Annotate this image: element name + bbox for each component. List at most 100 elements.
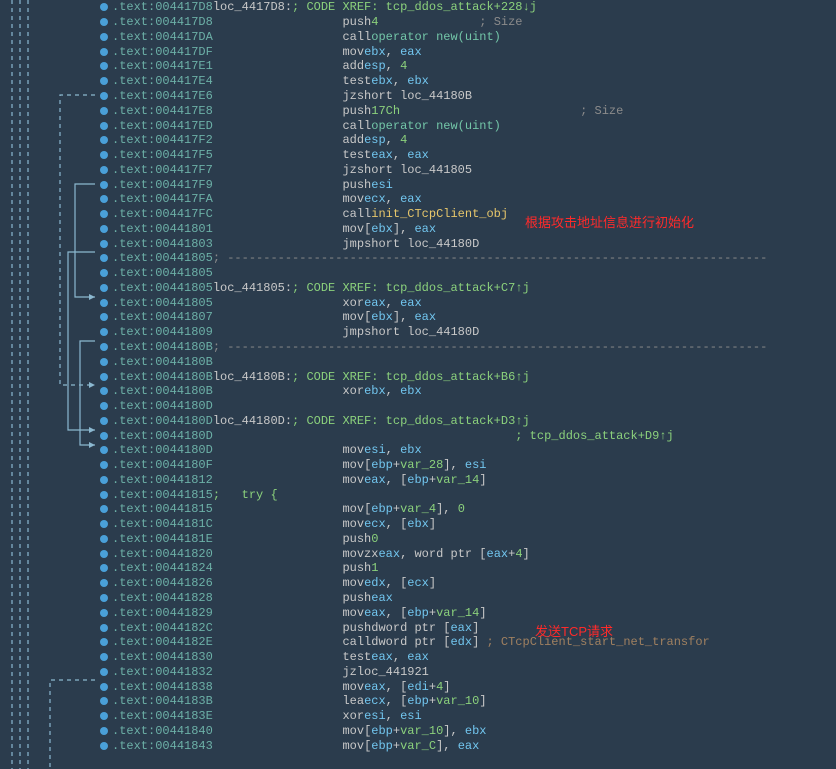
asm-line[interactable]: .text:0044180F mov [ebp+var_28], esi [100,458,836,473]
asm-line[interactable]: .text:00441826 mov edx, [ecx] [100,576,836,591]
breakpoint-dot[interactable] [100,461,108,469]
asm-line[interactable]: .text:00441815 mov [ebp+var_4], 0 [100,502,836,517]
asm-line[interactable]: .text:004417D8 loc_4417D8: ; CODE XREF: … [100,0,836,15]
breakpoint-dot[interactable] [100,92,108,100]
asm-line[interactable]: .text:00441801 mov [ebx], eax [100,221,836,236]
asm-line[interactable]: .text:00441815 ; try { [100,487,836,502]
asm-line[interactable]: .text:0044180D [100,399,836,414]
breakpoint-dot[interactable] [100,535,108,543]
asm-line[interactable]: .text:00441830 test eax, eax [100,650,836,665]
breakpoint-dot[interactable] [100,624,108,632]
asm-line[interactable]: .text:0044180B [100,354,836,369]
breakpoint-dot[interactable] [100,638,108,646]
breakpoint-dot[interactable] [100,122,108,130]
asm-line[interactable]: .text:004417F2 add esp, 4 [100,133,836,148]
breakpoint-dot[interactable] [100,166,108,174]
asm-line[interactable]: .text:004417ED call operator new(uint) [100,118,836,133]
breakpoint-dot[interactable] [100,697,108,705]
breakpoint-dot[interactable] [100,18,108,26]
asm-line[interactable]: .text:0044182E call dword ptr [edx] ; CT… [100,635,836,650]
asm-line[interactable]: .text:004417FC call init_CTcpClient_obj [100,207,836,222]
breakpoint-dot[interactable] [100,727,108,735]
breakpoint-dot[interactable] [100,683,108,691]
asm-line[interactable]: .text:0044183B lea ecx, [ebp+var_10] [100,694,836,709]
breakpoint-dot[interactable] [100,550,108,558]
asm-line[interactable]: .text:00441828 push eax [100,591,836,606]
breakpoint-dot[interactable] [100,107,108,115]
breakpoint-dot[interactable] [100,402,108,410]
breakpoint-dot[interactable] [100,48,108,56]
breakpoint-dot[interactable] [100,240,108,248]
breakpoint-dot[interactable] [100,3,108,11]
breakpoint-dot[interactable] [100,668,108,676]
asm-line[interactable]: .text:0044183E xor esi, esi [100,709,836,724]
breakpoint-dot[interactable] [100,742,108,750]
breakpoint-dot[interactable] [100,491,108,499]
breakpoint-dot[interactable] [100,210,108,218]
asm-line[interactable]: .text:0044180B xor ebx, ebx [100,384,836,399]
breakpoint-dot[interactable] [100,33,108,41]
asm-line[interactable]: .text:004417E4 test ebx, ebx [100,74,836,89]
asm-line[interactable]: .text:00441838 mov eax, [edi+4] [100,679,836,694]
breakpoint-dot[interactable] [100,195,108,203]
breakpoint-dot[interactable] [100,77,108,85]
breakpoint-dot[interactable] [100,151,108,159]
breakpoint-dot[interactable] [100,476,108,484]
asm-line[interactable]: .text:00441832 jz loc_441921 [100,664,836,679]
breakpoint-dot[interactable] [100,432,108,440]
breakpoint-dot[interactable] [100,313,108,321]
breakpoint-dot[interactable] [100,62,108,70]
asm-line[interactable]: .text:0044181E push 0 [100,532,836,547]
breakpoint-dot[interactable] [100,284,108,292]
asm-line[interactable]: .text:004417F5 test eax, eax [100,148,836,163]
asm-line[interactable]: .text:0044180D mov esi, ebx [100,443,836,458]
breakpoint-dot[interactable] [100,520,108,528]
asm-line[interactable]: .text:0044180D loc_44180D: ; CODE XREF: … [100,413,836,428]
breakpoint-dot[interactable] [100,653,108,661]
asm-line[interactable]: .text:00441803 jmp short loc_44180D [100,236,836,251]
asm-line[interactable]: .text:0044181C mov ecx, [ebx] [100,517,836,532]
asm-line[interactable]: .text:004417E1 add esp, 4 [100,59,836,74]
asm-line[interactable]: .text:0044180D ; tcp_ddos_attack+D9↑j [100,428,836,443]
breakpoint-dot[interactable] [100,446,108,454]
asm-line[interactable]: .text:004417F9 push esi [100,177,836,192]
breakpoint-dot[interactable] [100,505,108,513]
asm-line[interactable]: .text:00441843 mov [ebp+var_C], eax [100,738,836,753]
asm-line[interactable]: .text:00441805 ; -----------------------… [100,251,836,266]
breakpoint-dot[interactable] [100,417,108,425]
asm-line[interactable]: .text:00441805 loc_441805: ; CODE XREF: … [100,281,836,296]
breakpoint-dot[interactable] [100,387,108,395]
breakpoint-dot[interactable] [100,181,108,189]
asm-line[interactable]: .text:004417E8 push 17Ch ; Size [100,103,836,118]
asm-line[interactable]: .text:004417D8 push 4 ; Size [100,15,836,30]
asm-line[interactable]: .text:00441840 mov [ebp+var_10], ebx [100,724,836,739]
breakpoint-dot[interactable] [100,225,108,233]
asm-line[interactable]: .text:00441829 mov eax, [ebp+var_14] [100,605,836,620]
asm-line[interactable]: .text:00441809 jmp short loc_44180D [100,325,836,340]
breakpoint-dot[interactable] [100,254,108,262]
asm-line[interactable]: .text:004417E6 jz short loc_44180B [100,89,836,104]
breakpoint-dot[interactable] [100,269,108,277]
asm-line[interactable]: .text:00441812 mov eax, [ebp+var_14] [100,473,836,488]
asm-line[interactable]: .text:004417FA mov ecx, eax [100,192,836,207]
breakpoint-dot[interactable] [100,594,108,602]
breakpoint-dot[interactable] [100,373,108,381]
breakpoint-dot[interactable] [100,358,108,366]
breakpoint-dot[interactable] [100,579,108,587]
asm-line[interactable]: .text:00441824 push 1 [100,561,836,576]
breakpoint-dot[interactable] [100,136,108,144]
asm-line[interactable]: .text:004417F7 jz short loc_441805 [100,162,836,177]
asm-line[interactable]: .text:0044180B loc_44180B: ; CODE XREF: … [100,369,836,384]
breakpoint-dot[interactable] [100,609,108,617]
asm-line[interactable]: .text:0044182C push dword ptr [eax] [100,620,836,635]
asm-line[interactable]: .text:00441805 [100,266,836,281]
breakpoint-dot[interactable] [100,328,108,336]
breakpoint-dot[interactable] [100,564,108,572]
disassembly-listing[interactable]: .text:004417D8 loc_4417D8: ; CODE XREF: … [100,0,836,753]
breakpoint-dot[interactable] [100,712,108,720]
breakpoint-dot[interactable] [100,343,108,351]
asm-line[interactable]: .text:004417DF mov ebx, eax [100,44,836,59]
asm-line[interactable]: .text:004417DA call operator new(uint) [100,30,836,45]
asm-line[interactable]: .text:0044180B ; -----------------------… [100,340,836,355]
asm-line[interactable]: .text:00441820 movzx eax, word ptr [eax+… [100,546,836,561]
